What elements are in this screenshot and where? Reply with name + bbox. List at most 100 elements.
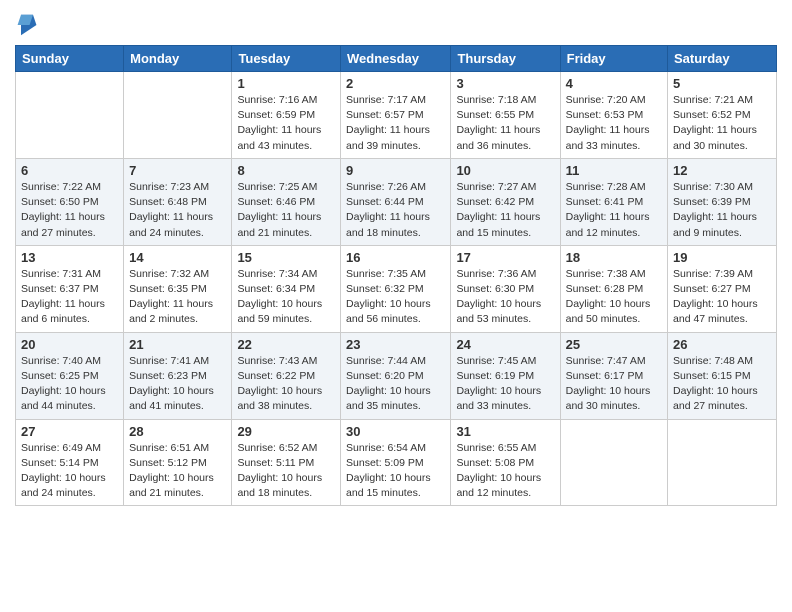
day-number: 5 — [673, 76, 771, 91]
day-cell: 9 Sunrise: 7:26 AM Sunset: 6:44 PM Daylig… — [341, 158, 451, 245]
day-cell: 27 Sunrise: 6:49 AM Sunset: 5:14 PM Dayli… — [16, 419, 124, 506]
day-cell: 17 Sunrise: 7:36 AM Sunset: 6:30 PM Dayli… — [451, 245, 560, 332]
day-number: 7 — [129, 163, 226, 178]
day-number: 3 — [456, 76, 554, 91]
day-cell — [124, 72, 232, 159]
day-cell: 20 Sunrise: 7:40 AM Sunset: 6:25 PM Dayli… — [16, 332, 124, 419]
day-info: Sunrise: 7:43 AM Sunset: 6:22 PM Dayligh… — [237, 355, 322, 413]
day-cell: 6Sunrise: 7:22 AM Sunset: 6:50 PM Daylig… — [16, 158, 124, 245]
day-info: Sunrise: 7:40 AM Sunset: 6:25 PM Dayligh… — [21, 355, 106, 413]
day-header-sunday: Sunday — [16, 46, 124, 72]
day-number: 28 — [129, 424, 226, 439]
logo — [15, 15, 37, 37]
day-info: Sunrise: 7:18 AM Sunset: 6:55 PM Dayligh… — [456, 94, 540, 152]
day-cell: 18 Sunrise: 7:38 AM Sunset: 6:28 PM Dayli… — [560, 245, 667, 332]
day-header-tuesday: Tuesday — [232, 46, 341, 72]
day-cell: 22 Sunrise: 7:43 AM Sunset: 6:22 PM Dayli… — [232, 332, 341, 419]
day-cell — [668, 419, 777, 506]
day-cell: 5 Sunrise: 7:21 AM Sunset: 6:52 PM Daylig… — [668, 72, 777, 159]
day-number: 2 — [346, 76, 445, 91]
day-info: Sunrise: 7:21 AM Sunset: 6:52 PM Dayligh… — [673, 94, 757, 152]
day-info: Sunrise: 7:47 AM Sunset: 6:17 PM Dayligh… — [566, 355, 651, 413]
day-number: 21 — [129, 337, 226, 352]
day-number: 20 — [21, 337, 118, 352]
week-row-1: 1 Sunrise: 7:16 AM Sunset: 6:59 PM Daylig… — [16, 72, 777, 159]
day-number: 15 — [237, 250, 335, 265]
day-info: Sunrise: 7:34 AM Sunset: 6:34 PM Dayligh… — [237, 268, 322, 326]
day-info: Sunrise: 7:36 AM Sunset: 6:30 PM Dayligh… — [456, 268, 541, 326]
day-cell: 26 Sunrise: 7:48 AM Sunset: 6:15 PM Dayli… — [668, 332, 777, 419]
day-cell: 28 Sunrise: 6:51 AM Sunset: 5:12 PM Dayli… — [124, 419, 232, 506]
day-cell: 8Sunrise: 7:25 AM Sunset: 6:46 PM Daylig… — [232, 158, 341, 245]
day-cell: 29Sunrise: 6:52 AM Sunset: 5:11 PM Dayli… — [232, 419, 341, 506]
day-number: 24 — [456, 337, 554, 352]
day-cell: 1 Sunrise: 7:16 AM Sunset: 6:59 PM Daylig… — [232, 72, 341, 159]
day-header-wednesday: Wednesday — [341, 46, 451, 72]
day-cell — [16, 72, 124, 159]
day-number: 8 — [237, 163, 335, 178]
day-cell: 23Sunrise: 7:44 AM Sunset: 6:20 PM Dayli… — [341, 332, 451, 419]
day-info: Sunrise: 7:32 AM Sunset: 6:35 PM Dayligh… — [129, 268, 213, 326]
day-number: 30 — [346, 424, 445, 439]
day-info: Sunrise: 7:22 AM Sunset: 6:50 PM Dayligh… — [21, 181, 105, 239]
day-number: 16 — [346, 250, 445, 265]
day-info: Sunrise: 6:51 AM Sunset: 5:12 PM Dayligh… — [129, 442, 214, 500]
day-cell: 16 Sunrise: 7:35 AM Sunset: 6:32 PM Dayli… — [341, 245, 451, 332]
day-info: Sunrise: 7:23 AM Sunset: 6:48 PM Dayligh… — [129, 181, 213, 239]
day-info: Sunrise: 6:55 AM Sunset: 5:08 PM Dayligh… — [456, 442, 541, 500]
day-info: Sunrise: 7:27 AM Sunset: 6:42 PM Dayligh… — [456, 181, 540, 239]
day-cell: 25 Sunrise: 7:47 AM Sunset: 6:17 PM Dayli… — [560, 332, 667, 419]
day-info: Sunrise: 7:38 AM Sunset: 6:28 PM Dayligh… — [566, 268, 651, 326]
day-info: Sunrise: 7:44 AM Sunset: 6:20 PM Dayligh… — [346, 355, 431, 413]
day-info: Sunrise: 7:26 AM Sunset: 6:44 PM Dayligh… — [346, 181, 430, 239]
day-info: Sunrise: 7:35 AM Sunset: 6:32 PM Dayligh… — [346, 268, 431, 326]
day-number: 11 — [566, 163, 662, 178]
day-cell: 13 Sunrise: 7:31 AM Sunset: 6:37 PM Dayli… — [16, 245, 124, 332]
day-header-thursday: Thursday — [451, 46, 560, 72]
day-number: 26 — [673, 337, 771, 352]
day-number: 27 — [21, 424, 118, 439]
day-header-saturday: Saturday — [668, 46, 777, 72]
calendar-table: SundayMondayTuesdayWednesdayThursdayFrid… — [15, 45, 777, 506]
day-info: Sunrise: 7:41 AM Sunset: 6:23 PM Dayligh… — [129, 355, 214, 413]
day-number: 25 — [566, 337, 662, 352]
header — [15, 10, 777, 37]
logo-icon — [17, 13, 37, 37]
day-info: Sunrise: 7:17 AM Sunset: 6:57 PM Dayligh… — [346, 94, 430, 152]
week-row-4: 20 Sunrise: 7:40 AM Sunset: 6:25 PM Dayli… — [16, 332, 777, 419]
day-info: Sunrise: 7:45 AM Sunset: 6:19 PM Dayligh… — [456, 355, 541, 413]
day-header-monday: Monday — [124, 46, 232, 72]
day-number: 19 — [673, 250, 771, 265]
day-cell: 19 Sunrise: 7:39 AM Sunset: 6:27 PM Dayli… — [668, 245, 777, 332]
day-number: 4 — [566, 76, 662, 91]
day-number: 18 — [566, 250, 662, 265]
day-info: Sunrise: 6:54 AM Sunset: 5:09 PM Dayligh… — [346, 442, 431, 500]
day-info: Sunrise: 7:39 AM Sunset: 6:27 PM Dayligh… — [673, 268, 758, 326]
day-number: 13 — [21, 250, 118, 265]
day-info: Sunrise: 6:49 AM Sunset: 5:14 PM Dayligh… — [21, 442, 106, 500]
day-number: 22 — [237, 337, 335, 352]
day-cell: 14Sunrise: 7:32 AM Sunset: 6:35 PM Dayli… — [124, 245, 232, 332]
day-number: 31 — [456, 424, 554, 439]
day-number: 1 — [237, 76, 335, 91]
day-number: 17 — [456, 250, 554, 265]
week-row-5: 27 Sunrise: 6:49 AM Sunset: 5:14 PM Dayli… — [16, 419, 777, 506]
day-cell: 2 Sunrise: 7:17 AM Sunset: 6:57 PM Daylig… — [341, 72, 451, 159]
day-number: 12 — [673, 163, 771, 178]
day-cell: 31 Sunrise: 6:55 AM Sunset: 5:08 PM Dayli… — [451, 419, 560, 506]
day-info: Sunrise: 7:28 AM Sunset: 6:41 PM Dayligh… — [566, 181, 650, 239]
day-cell: 7 Sunrise: 7:23 AM Sunset: 6:48 PM Daylig… — [124, 158, 232, 245]
day-info: Sunrise: 7:48 AM Sunset: 6:15 PM Dayligh… — [673, 355, 758, 413]
day-cell: 15 Sunrise: 7:34 AM Sunset: 6:34 PM Dayli… — [232, 245, 341, 332]
calendar-header-row: SundayMondayTuesdayWednesdayThursdayFrid… — [16, 46, 777, 72]
day-header-friday: Friday — [560, 46, 667, 72]
day-cell: 24 Sunrise: 7:45 AM Sunset: 6:19 PM Dayli… — [451, 332, 560, 419]
day-cell: 11 Sunrise: 7:28 AM Sunset: 6:41 PM Dayli… — [560, 158, 667, 245]
day-number: 9 — [346, 163, 445, 178]
day-info: Sunrise: 7:16 AM Sunset: 6:59 PM Dayligh… — [237, 94, 321, 152]
day-cell: 3 Sunrise: 7:18 AM Sunset: 6:55 PM Daylig… — [451, 72, 560, 159]
day-info: Sunrise: 7:31 AM Sunset: 6:37 PM Dayligh… — [21, 268, 105, 326]
week-row-3: 13 Sunrise: 7:31 AM Sunset: 6:37 PM Dayli… — [16, 245, 777, 332]
day-cell: 12Sunrise: 7:30 AM Sunset: 6:39 PM Dayli… — [668, 158, 777, 245]
week-row-2: 6Sunrise: 7:22 AM Sunset: 6:50 PM Daylig… — [16, 158, 777, 245]
